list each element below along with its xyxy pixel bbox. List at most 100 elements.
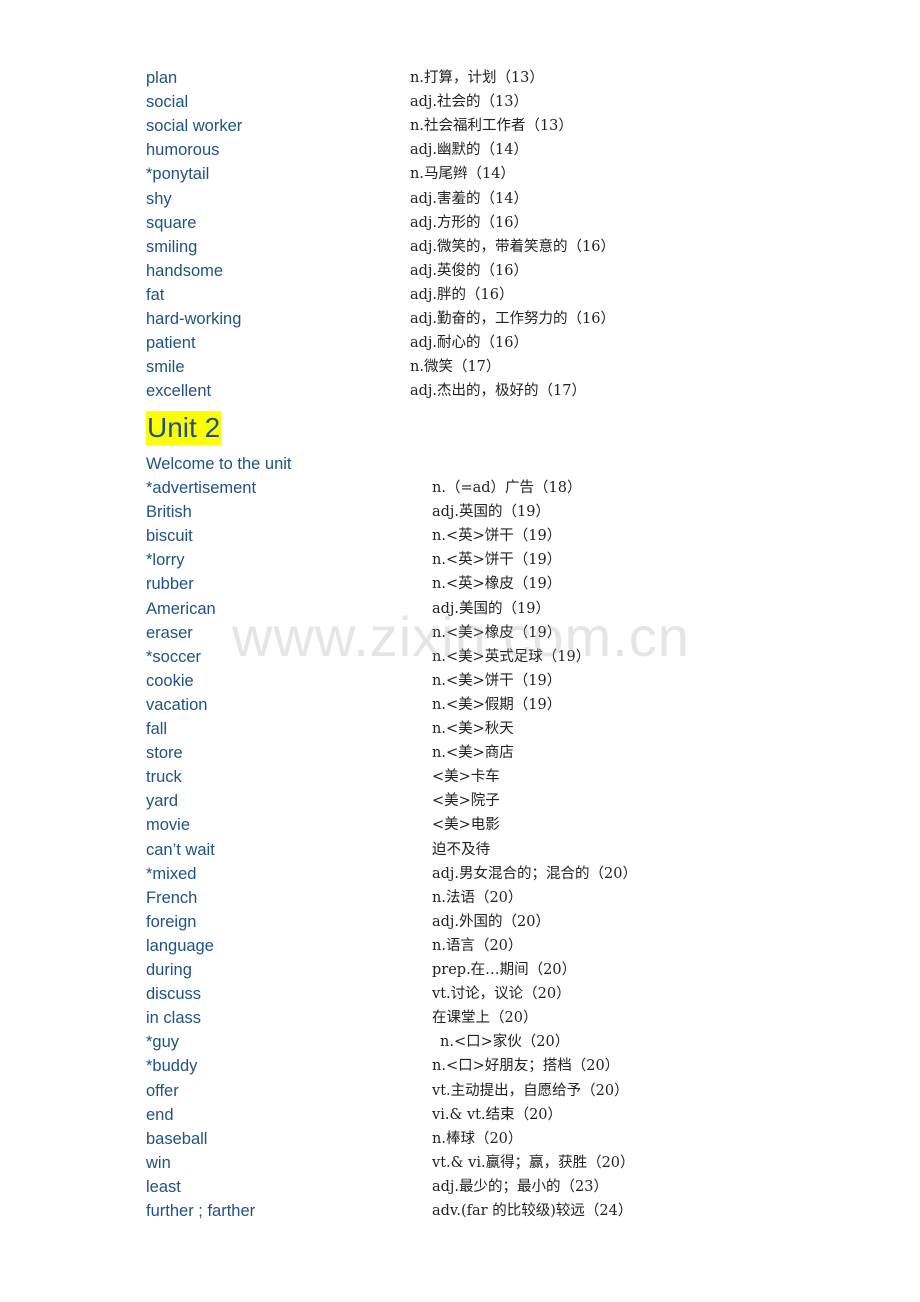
vocab-entry: *ponytail n.马尾辫（14）	[146, 163, 846, 187]
vocab-entry: foreign adj.外国的（20）	[146, 911, 846, 935]
vocab-entry: social adj.社会的（13）	[146, 91, 846, 115]
vocab-entry: store n.<美>商店	[146, 742, 846, 766]
english-word: *ponytail	[146, 165, 210, 184]
chinese-definition: vt.主动提出，自愿给予（20）	[432, 1082, 629, 1099]
vocab-entry: British adj.英国的（19）	[146, 501, 846, 525]
vocab-entry: social worker n.社会福利工作者（13）	[146, 115, 846, 139]
english-word: handsome	[146, 261, 224, 280]
chinese-definition: n.马尾辫（14）	[410, 166, 515, 183]
chinese-definition: n.社会福利工作者（13）	[410, 118, 573, 135]
vocab-entry: language n.语言（20）	[146, 935, 846, 959]
vocab-entry: smile n.微笑（17）	[146, 356, 846, 380]
english-word: patient	[146, 334, 196, 353]
chinese-definition: n.<口>好朋友；搭档（20）	[432, 1058, 620, 1075]
chinese-definition: adj.微笑的，带着笑意的（16）	[410, 238, 615, 255]
english-word: movie	[146, 816, 191, 835]
vocab-entry: vacation n.<美>假期（19）	[146, 694, 846, 718]
unit-heading: Unit 2	[146, 411, 222, 445]
chinese-definition: n.<美>假期（19）	[432, 696, 562, 713]
chinese-definition: vt.& vi.赢得；赢，获胜（20）	[432, 1154, 635, 1171]
vocab-entry: can’t wait 迫不及待	[146, 839, 846, 863]
vocab-entry: rubber n.<英>橡皮（19）	[146, 573, 846, 597]
english-word: foreign	[146, 912, 197, 931]
vocab-entry: movie <美>电影	[146, 814, 846, 838]
vocab-entry: *mixed adj.男女混合的；混合的（20）	[146, 863, 846, 887]
english-word: in class	[146, 1009, 202, 1028]
chinese-definition: 迫不及待	[432, 841, 490, 858]
english-word: *soccer	[146, 647, 202, 666]
chinese-definition: prep.在…期间（20）	[432, 962, 577, 978]
english-word: shy	[146, 189, 172, 208]
english-word: smiling	[146, 237, 198, 256]
chinese-definition: n.（=ad）广告（18）	[432, 480, 582, 496]
vocab-entry: American adj.美国的（19）	[146, 598, 846, 622]
vocab-entry: *advertisement n.（=ad）广告（18）	[146, 477, 846, 501]
chinese-definition: adj.英俊的（16）	[410, 262, 528, 279]
vocab-entry: during prep.在…期间（20）	[146, 959, 846, 983]
vocab-entry: French n.法语（20）	[146, 887, 846, 911]
english-word: *buddy	[146, 1057, 198, 1076]
english-word: hard-working	[146, 310, 242, 328]
english-word: rubber	[146, 575, 194, 594]
vocab-entry: biscuit n.<英>饼干（19）	[146, 525, 846, 549]
chinese-definition: adj.勤奋的，工作努力的（16）	[410, 311, 615, 327]
chinese-definition: adj.幽默的（14）	[410, 142, 528, 159]
english-word: *mixed	[146, 864, 197, 883]
chinese-definition: n.<英>饼干（19）	[432, 528, 562, 545]
english-word: social	[146, 93, 189, 112]
chinese-definition: n.棒球（20）	[432, 1130, 523, 1147]
chinese-definition: adj.社会的（13）	[410, 94, 528, 111]
vocab-entry: patient adj.耐心的（16）	[146, 332, 846, 356]
chinese-definition: n.打算，计划（13）	[410, 70, 544, 86]
vocab-entry: discuss vt.讨论，议论（20）	[146, 983, 846, 1007]
chinese-definition: vi.& vt.结束（20）	[432, 1106, 563, 1123]
chinese-definition: n.法语（20）	[432, 889, 523, 906]
chinese-definition: vt.讨论，议论（20）	[432, 986, 571, 1003]
chinese-definition: <美>电影	[432, 817, 500, 834]
vocab-entry: offer vt.主动提出，自愿给予（20）	[146, 1080, 846, 1104]
english-word: baseball	[146, 1129, 208, 1148]
vocab-entry: end vi.& vt.结束（20）	[146, 1104, 846, 1128]
english-word: least	[146, 1177, 181, 1196]
english-word: offer	[146, 1081, 179, 1100]
english-word: French	[146, 888, 198, 907]
english-word: vacation	[146, 695, 208, 714]
chinese-definition: n.<英>饼干（19）	[432, 552, 562, 569]
chinese-definition: 在课堂上（20）	[432, 1010, 538, 1027]
chinese-definition: adj.胖的（16）	[410, 286, 514, 303]
english-word: eraser	[146, 623, 193, 642]
chinese-definition: adj.外国的（20）	[432, 913, 550, 930]
chinese-definition: n.<美>秋天	[432, 721, 514, 737]
section-subheading: Welcome to the unit	[146, 455, 292, 473]
english-word: store	[146, 744, 183, 763]
english-word: *guy	[146, 1033, 180, 1052]
english-word: humorous	[146, 141, 220, 160]
vocab-entry: square adj.方形的（16）	[146, 212, 846, 236]
english-word: smile	[146, 358, 185, 377]
english-word: plan	[146, 69, 178, 87]
chinese-definition: n.<美>饼干（19）	[432, 672, 562, 689]
chinese-definition: adj.害羞的（14）	[410, 190, 528, 207]
vocab-entry: humorous adj.幽默的（14）	[146, 139, 846, 163]
chinese-definition: adj.美国的（19）	[432, 600, 550, 617]
vocab-entry: *lorry n.<英>饼干（19）	[146, 549, 846, 573]
chinese-definition: n.语言（20）	[432, 937, 523, 954]
chinese-definition: n.<口>家伙（20）	[440, 1034, 570, 1051]
chinese-definition: n.<美>商店	[432, 745, 514, 762]
chinese-definition: adj.杰出的，极好的（17）	[410, 383, 586, 400]
chinese-definition: adj.英国的（19）	[432, 504, 550, 521]
english-word: end	[146, 1105, 174, 1124]
english-word: British	[146, 503, 192, 522]
english-word: win	[146, 1153, 171, 1172]
english-word: further ; farther	[146, 1202, 256, 1220]
vocab-entry: handsome adj.英俊的（16）	[146, 260, 846, 284]
vocab-entry: *soccer n.<美>英式足球（19）	[146, 646, 846, 670]
vocab-entry: truck <美>卡车	[146, 766, 846, 790]
english-word: during	[146, 961, 192, 979]
chinese-definition: n.<英>橡皮（19）	[432, 576, 562, 593]
chinese-definition: <美>院子	[432, 793, 500, 810]
vocab-entry: plan n.打算，计划（13）	[146, 67, 846, 91]
vocab-entry: *buddy n.<口>好朋友；搭档（20）	[146, 1055, 846, 1079]
vocab-entry: baseball n.棒球（20）	[146, 1128, 846, 1152]
english-word: *advertisement	[146, 479, 257, 497]
